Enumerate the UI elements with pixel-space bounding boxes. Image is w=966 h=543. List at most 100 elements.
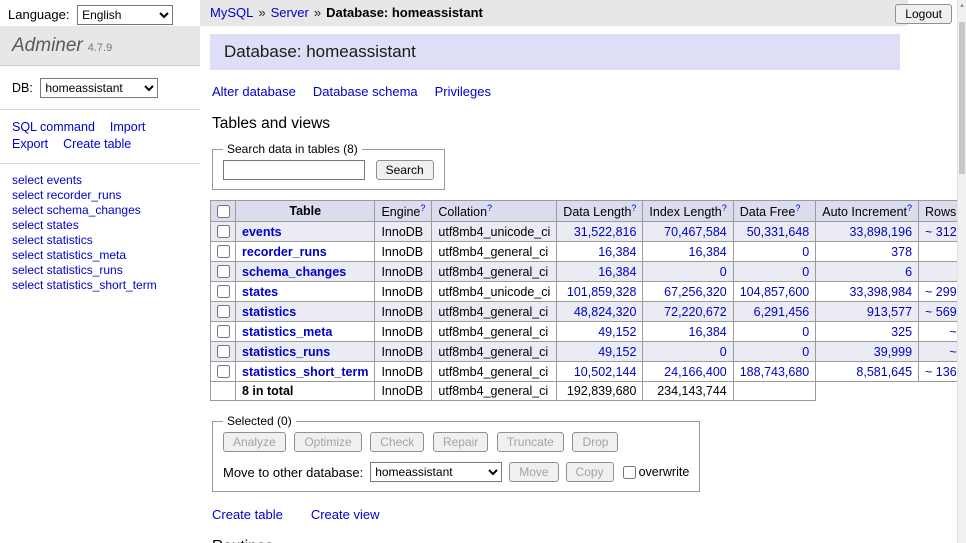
data-length-link[interactable]: 16,384 bbox=[598, 245, 636, 259]
rows-count-link[interactable]: ~ 244 bbox=[949, 325, 957, 339]
help-icon[interactable]: ? bbox=[722, 203, 727, 213]
data-free-link[interactable]: 0 bbox=[802, 245, 809, 259]
table-link[interactable]: recorder_runs bbox=[242, 245, 327, 259]
rows-count-link[interactable]: ~ 628 bbox=[949, 345, 957, 359]
privileges-link[interactable]: Privileges bbox=[435, 84, 491, 99]
rows-count-link[interactable]: ~ 136,108 bbox=[925, 365, 957, 379]
help-icon[interactable]: ? bbox=[487, 203, 492, 213]
optimize-button[interactable]: Optimize bbox=[294, 432, 361, 452]
alter-database-link[interactable]: Alter database bbox=[212, 84, 296, 99]
overwrite-checkbox[interactable] bbox=[623, 466, 636, 479]
index-length-link[interactable]: 72,220,672 bbox=[664, 305, 727, 319]
move-db-select[interactable]: homeassistant bbox=[370, 462, 502, 482]
row-checkbox[interactable] bbox=[217, 325, 230, 338]
help-icon[interactable]: ? bbox=[420, 203, 425, 213]
sidebar-item-select-statistics[interactable]: select statistics bbox=[12, 233, 188, 247]
breadcrumb-mysql[interactable]: MySQL bbox=[210, 5, 253, 20]
auto-increment-link[interactable]: 39,999 bbox=[874, 345, 912, 359]
rows-count-link[interactable]: ~ 299,833 bbox=[925, 285, 957, 299]
sidebar-item-select-statistics-meta[interactable]: select statistics_meta bbox=[12, 248, 188, 262]
analyze-button[interactable]: Analyze bbox=[223, 432, 286, 452]
sidebar-item-select-states[interactable]: select states bbox=[12, 218, 188, 232]
data-length-link[interactable]: 10,502,144 bbox=[574, 365, 637, 379]
row-checkbox[interactable] bbox=[217, 345, 230, 358]
auto-increment-link[interactable]: 325 bbox=[891, 325, 912, 339]
auto-increment-link[interactable]: 378 bbox=[891, 245, 912, 259]
index-length-link[interactable]: 16,384 bbox=[689, 325, 727, 339]
language-select[interactable]: English bbox=[77, 5, 173, 25]
sidebar-link-sql-command[interactable]: SQL command bbox=[12, 120, 95, 134]
index-length-link[interactable]: 0 bbox=[720, 345, 727, 359]
table-link[interactable]: events bbox=[242, 225, 282, 239]
auto-increment-link[interactable]: 8,581,645 bbox=[856, 365, 912, 379]
table-link[interactable]: statistics_runs bbox=[242, 345, 330, 359]
data-length-link[interactable]: 31,522,816 bbox=[574, 225, 637, 239]
sidebar-item-select-schema-changes[interactable]: select schema_changes bbox=[12, 203, 188, 217]
data-length-link[interactable]: 101,859,328 bbox=[567, 285, 637, 299]
search-button[interactable]: Search bbox=[376, 160, 434, 180]
row-checkbox[interactable] bbox=[217, 365, 230, 378]
help-icon[interactable]: ? bbox=[631, 203, 636, 213]
table-link[interactable]: statistics bbox=[242, 305, 296, 319]
truncate-button[interactable]: Truncate bbox=[497, 432, 564, 452]
row-checkbox[interactable] bbox=[217, 305, 230, 318]
table-link[interactable]: schema_changes bbox=[242, 265, 346, 279]
data-length-link[interactable]: 49,152 bbox=[598, 325, 636, 339]
row-checkbox[interactable] bbox=[217, 225, 230, 238]
data-free-link[interactable]: 6,291,456 bbox=[754, 305, 810, 319]
sidebar-link-create-table[interactable]: Create table bbox=[63, 137, 131, 151]
data-length-link[interactable]: 48,824,320 bbox=[574, 305, 637, 319]
data-free-link[interactable]: 188,743,680 bbox=[740, 365, 810, 379]
db-select[interactable]: homeassistant bbox=[40, 78, 158, 98]
table-link[interactable]: states bbox=[242, 285, 278, 299]
data-free-link[interactable]: 0 bbox=[802, 265, 809, 279]
sidebar-item-select-statistics-short-term[interactable]: select statistics_short_term bbox=[12, 278, 188, 292]
scroll-up-icon[interactable]: ▲ bbox=[958, 3, 966, 9]
rows-count-link[interactable]: ~ 569,159 bbox=[925, 305, 957, 319]
data-free-link[interactable]: 0 bbox=[802, 345, 809, 359]
create-view-link[interactable]: Create view bbox=[311, 507, 380, 522]
scrollbar-thumb[interactable] bbox=[959, 22, 965, 174]
data-free-link[interactable]: 50,331,648 bbox=[747, 225, 810, 239]
vertical-scrollbar[interactable]: ▲ bbox=[957, 0, 966, 543]
sidebar-item-select-events[interactable]: select events bbox=[12, 173, 188, 187]
repair-button[interactable]: Repair bbox=[433, 432, 488, 452]
sidebar-link-export[interactable]: Export bbox=[12, 137, 48, 151]
sidebar-item-select-statistics-runs[interactable]: select statistics_runs bbox=[12, 263, 188, 277]
index-length-link[interactable]: 67,256,320 bbox=[664, 285, 727, 299]
index-length-link[interactable]: 24,166,400 bbox=[664, 365, 727, 379]
index-length-link[interactable]: 70,467,584 bbox=[664, 225, 727, 239]
row-checkbox[interactable] bbox=[217, 245, 230, 258]
search-input[interactable] bbox=[223, 160, 365, 180]
move-button[interactable]: Move bbox=[509, 462, 558, 482]
auto-increment-link[interactable]: 6 bbox=[905, 265, 912, 279]
row-checkbox[interactable] bbox=[217, 265, 230, 278]
index-length-link[interactable]: 16,384 bbox=[689, 245, 727, 259]
data-length-link[interactable]: 49,152 bbox=[598, 345, 636, 359]
sidebar-link-import[interactable]: Import bbox=[110, 120, 145, 134]
help-icon[interactable]: ? bbox=[907, 203, 912, 213]
copy-button[interactable]: Copy bbox=[566, 462, 614, 482]
sidebar-item-select-recorder-runs[interactable]: select recorder_runs bbox=[12, 188, 188, 202]
auto-increment-link[interactable]: 913,577 bbox=[867, 305, 912, 319]
select-all-checkbox[interactable] bbox=[217, 205, 230, 218]
overwrite-option[interactable]: overwrite bbox=[623, 465, 690, 479]
index-length-link[interactable]: 0 bbox=[720, 265, 727, 279]
sidebar-actions: SQL command Import Export Create table bbox=[0, 110, 200, 164]
rows-count-link[interactable]: ~ 312,180 bbox=[925, 225, 957, 239]
data-length-link[interactable]: 16,384 bbox=[598, 265, 636, 279]
table-link[interactable]: statistics_short_term bbox=[242, 365, 368, 379]
auto-increment-link[interactable]: 33,398,984 bbox=[849, 285, 912, 299]
table-link[interactable]: statistics_meta bbox=[242, 325, 332, 339]
row-checkbox[interactable] bbox=[217, 285, 230, 298]
data-free-link[interactable]: 0 bbox=[802, 325, 809, 339]
database-schema-link[interactable]: Database schema bbox=[313, 84, 418, 99]
drop-button[interactable]: Drop bbox=[572, 432, 618, 452]
help-icon[interactable]: ? bbox=[795, 203, 800, 213]
check-button[interactable]: Check bbox=[370, 432, 424, 452]
breadcrumb-server[interactable]: Server bbox=[271, 5, 309, 20]
data-free-link[interactable]: 104,857,600 bbox=[740, 285, 810, 299]
create-table-link[interactable]: Create table bbox=[212, 507, 283, 522]
auto-increment-link[interactable]: 33,898,196 bbox=[849, 225, 912, 239]
logout-button[interactable]: Logout bbox=[895, 4, 952, 24]
